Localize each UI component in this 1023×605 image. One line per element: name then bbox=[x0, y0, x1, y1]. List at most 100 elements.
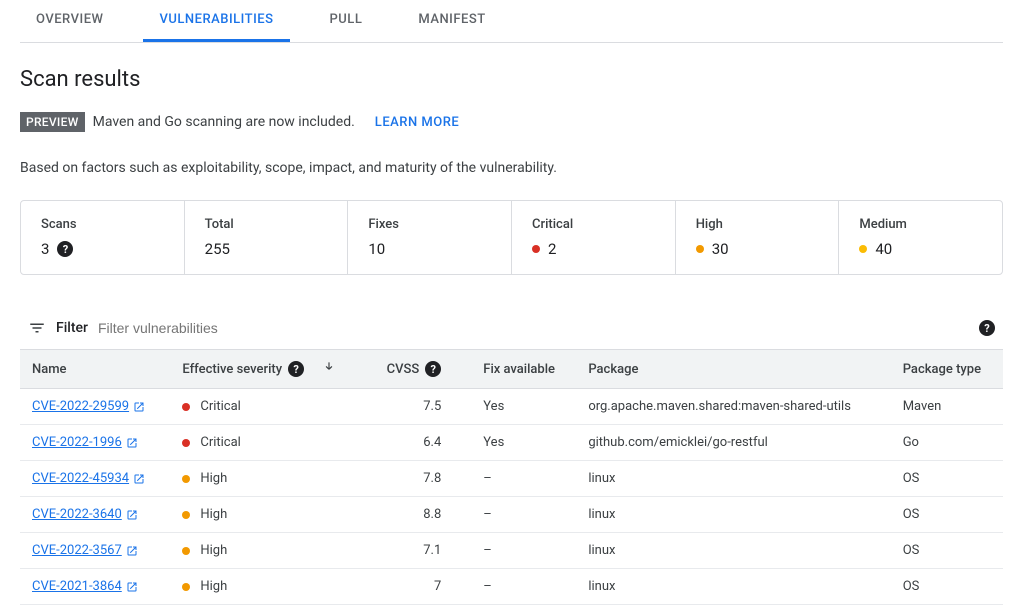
filter-row: Filter ? bbox=[20, 307, 1003, 349]
stats-fixes-value: 10 bbox=[368, 240, 385, 258]
stats-medium: Medium 40 bbox=[839, 201, 1002, 274]
external-link-icon bbox=[126, 437, 138, 449]
stats-fixes: Fixes 10 bbox=[348, 201, 512, 274]
description: Based on factors such as exploitability,… bbox=[20, 160, 1003, 176]
help-icon[interactable]: ? bbox=[425, 361, 441, 377]
preview-badge: PREVIEW bbox=[20, 112, 85, 132]
severity-dot-icon bbox=[182, 475, 190, 483]
stats-high-label: High bbox=[696, 217, 819, 232]
stats-critical: Critical 2 bbox=[512, 201, 676, 274]
dot-high-icon bbox=[696, 245, 704, 253]
help-icon[interactable]: ? bbox=[288, 361, 304, 377]
cve-link[interactable]: CVE-2022-3567 bbox=[32, 543, 138, 558]
external-link-icon bbox=[126, 509, 138, 521]
preview-banner: PREVIEW Maven and Go scanning are now in… bbox=[20, 112, 1003, 132]
stats-high-value: 30 bbox=[712, 240, 729, 258]
package-value: linux bbox=[576, 569, 890, 605]
stats-total: Total 255 bbox=[185, 201, 349, 274]
col-name[interactable]: Name bbox=[20, 350, 170, 389]
severity-dot-icon bbox=[182, 439, 190, 447]
filter-label: Filter bbox=[56, 320, 88, 336]
cvss-value: 7.8 bbox=[365, 461, 471, 497]
fix-value: – bbox=[471, 461, 576, 497]
severity-text: High bbox=[200, 471, 227, 486]
col-severity[interactable]: Effective severity ? bbox=[170, 350, 365, 389]
package-value: linux bbox=[576, 461, 890, 497]
filter-icon[interactable] bbox=[28, 319, 46, 337]
stats-critical-label: Critical bbox=[532, 217, 655, 232]
stats-medium-value: 40 bbox=[875, 240, 892, 258]
col-severity-label: Effective severity bbox=[182, 362, 282, 377]
sort-arrow-down-icon[interactable] bbox=[322, 360, 336, 378]
help-icon[interactable]: ? bbox=[979, 320, 995, 336]
package-type-value: Maven bbox=[891, 389, 1003, 425]
cvss-value: 7.1 bbox=[365, 533, 471, 569]
tabs-bar: OVERVIEW VULNERABILITIES PULL MANIFEST bbox=[20, 0, 1003, 43]
severity-text: High bbox=[200, 543, 227, 558]
col-fix[interactable]: Fix available bbox=[471, 350, 576, 389]
severity-dot-icon bbox=[182, 583, 190, 591]
stats-scans-label: Scans bbox=[41, 217, 164, 232]
table-row: CVE-2022-3640High8.8–linuxOS bbox=[20, 497, 1003, 533]
stats-high: High 30 bbox=[676, 201, 840, 274]
external-link-icon bbox=[133, 473, 145, 485]
package-value: linux bbox=[576, 497, 890, 533]
dot-medium-icon bbox=[859, 245, 867, 253]
severity-dot-icon bbox=[182, 403, 190, 411]
fix-value: – bbox=[471, 569, 576, 605]
page-title: Scan results bbox=[20, 67, 1003, 92]
cvss-value: 7 bbox=[365, 569, 471, 605]
fix-value: – bbox=[471, 533, 576, 569]
package-value: linux bbox=[576, 533, 890, 569]
learn-more-link[interactable]: LEARN MORE bbox=[375, 115, 459, 130]
table-row: CVE-2021-3864 High 7–linuxOS bbox=[20, 569, 1003, 605]
table-row: CVE-2022-45934 High 7.8–linuxOS bbox=[20, 461, 1003, 497]
col-cvss-label: CVSS bbox=[387, 362, 420, 377]
tab-manifest[interactable]: MANIFEST bbox=[402, 0, 501, 42]
fix-value: – bbox=[471, 497, 576, 533]
tab-overview[interactable]: OVERVIEW bbox=[20, 0, 119, 42]
stats-scans-value: 3 bbox=[41, 240, 49, 258]
dot-critical-icon bbox=[532, 245, 540, 253]
severity-text: Critical bbox=[200, 399, 240, 414]
stats-critical-value: 2 bbox=[548, 240, 556, 258]
stats-scans: Scans 3 ? bbox=[21, 201, 185, 274]
cve-link[interactable]: CVE-2022-1996 bbox=[32, 435, 138, 450]
external-link-icon bbox=[126, 581, 138, 593]
severity-text: Critical bbox=[200, 435, 240, 450]
cve-link[interactable]: CVE-2022-3640 bbox=[32, 507, 138, 522]
package-type-value: OS bbox=[891, 461, 1003, 497]
preview-text: Maven and Go scanning are now included. bbox=[93, 114, 355, 130]
cvss-value: 8.8 bbox=[365, 497, 471, 533]
package-type-value: Go bbox=[891, 425, 1003, 461]
vulnerabilities-table: Name Effective severity ? CVSS ? Fix ava… bbox=[20, 349, 1003, 605]
fix-value: Yes bbox=[471, 389, 576, 425]
stats-total-value: 255 bbox=[205, 240, 230, 258]
col-package[interactable]: Package bbox=[576, 350, 890, 389]
table-row: CVE-2022-3567 High 7.1–linuxOS bbox=[20, 533, 1003, 569]
external-link-icon bbox=[126, 545, 138, 557]
tab-pull[interactable]: PULL bbox=[314, 0, 379, 42]
col-cvss[interactable]: CVSS ? bbox=[365, 350, 471, 389]
cve-link[interactable]: CVE-2022-45934 bbox=[32, 471, 145, 486]
stats-box: Scans 3 ? Total 255 Fixes 10 Critical 2 … bbox=[20, 200, 1003, 275]
package-value: org.apache.maven.shared:maven-shared-uti… bbox=[576, 389, 890, 425]
package-value: github.com/emicklei/go-restful bbox=[576, 425, 890, 461]
table-row: CVE-2022-29599 Critical 7.5Yesorg.apache.m… bbox=[20, 389, 1003, 425]
cve-link[interactable]: CVE-2022-29599 bbox=[32, 399, 145, 414]
external-link-icon bbox=[133, 401, 145, 413]
severity-text: High bbox=[200, 579, 227, 594]
stats-medium-label: Medium bbox=[859, 217, 982, 232]
help-icon[interactable]: ? bbox=[57, 241, 73, 257]
tab-vulnerabilities[interactable]: VULNERABILITIES bbox=[143, 0, 289, 42]
severity-text: High bbox=[200, 507, 227, 522]
cve-link[interactable]: CVE-2021-3864 bbox=[32, 579, 138, 594]
col-ptype[interactable]: Package type bbox=[891, 350, 1003, 389]
cvss-value: 7.5 bbox=[365, 389, 471, 425]
filter-input[interactable] bbox=[98, 320, 969, 336]
table-row: CVE-2022-1996Critical6.4Yesgithub.com/em… bbox=[20, 425, 1003, 461]
stats-total-label: Total bbox=[205, 217, 328, 232]
package-type-value: OS bbox=[891, 533, 1003, 569]
severity-dot-icon bbox=[182, 511, 190, 519]
package-type-value: OS bbox=[891, 569, 1003, 605]
